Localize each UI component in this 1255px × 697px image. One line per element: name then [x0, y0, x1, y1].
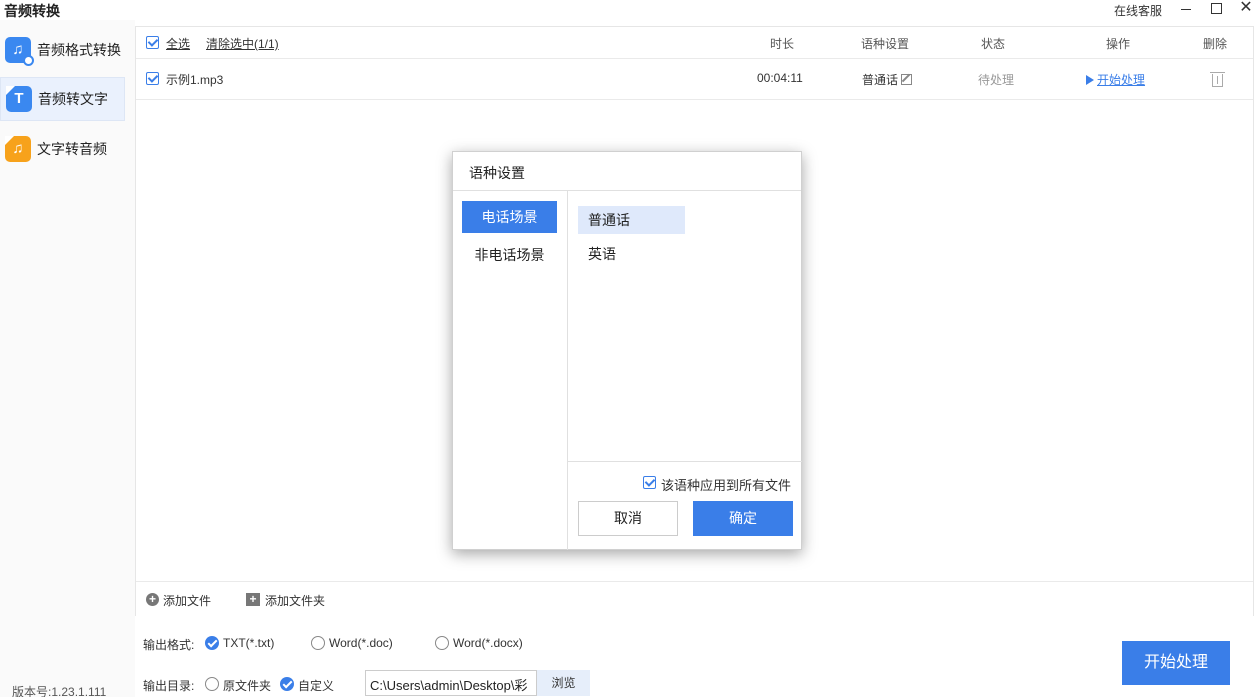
dialog-title: 语种设置	[469, 165, 525, 181]
file-actions-bar: + 添加文件 + 添加文件夹	[136, 581, 1253, 616]
row-checkbox[interactable]	[146, 72, 159, 85]
browse-button[interactable]: 浏览	[537, 670, 590, 696]
output-format-label: 输出格式:	[143, 638, 195, 652]
sidebar-item-text-to-audio[interactable]: ♫ 文字转音频	[0, 127, 125, 171]
column-status: 状态	[981, 37, 1006, 51]
file-duration: 00:04:11	[757, 71, 803, 85]
sidebar-item-label: 音频格式转换	[37, 42, 121, 58]
title-bar: 音频转换 在线客服 ✕	[0, 0, 1255, 20]
language-settings-dialog: 语种设置 电话场景 非电话场景 普通话 英语 该语种应用到所有文件 取消 确定	[452, 151, 802, 550]
format-doc-radio[interactable]	[311, 636, 325, 650]
add-file-icon[interactable]: +	[146, 593, 159, 606]
sidebar-item-label: 文字转音频	[37, 141, 107, 157]
scene-non-phone-tab[interactable]: 非电话场景	[462, 239, 557, 271]
divider	[567, 191, 568, 550]
sidebar-item-label: 音频转文字	[38, 91, 108, 107]
text-to-audio-icon: ♫	[5, 136, 31, 162]
start-process-button[interactable]: 开始处理	[1122, 641, 1230, 685]
start-process-link[interactable]: 开始处理	[1086, 71, 1145, 88]
confirm-button[interactable]: 确定	[693, 501, 793, 536]
dir-custom-label[interactable]: 自定义	[298, 677, 334, 694]
trash-icon[interactable]	[1210, 72, 1225, 87]
select-all-checkbox[interactable]	[146, 36, 159, 49]
sidebar-item-audio-format-convert[interactable]: ♫ 音频格式转换	[0, 28, 125, 72]
file-name: 示例1.mp3	[166, 73, 224, 87]
table-header: 全选 清除选中(1/1) 时长 语种设置 状态 操作 删除	[136, 27, 1253, 59]
select-all-link[interactable]: 全选	[166, 35, 190, 52]
sidebar-item-audio-to-text[interactable]: T 音频转文字	[0, 77, 125, 121]
format-docx-label[interactable]: Word(*.docx)	[453, 636, 523, 650]
format-txt-label[interactable]: TXT(*.txt)	[223, 636, 274, 650]
column-language: 语种设置	[861, 37, 910, 51]
column-duration: 时长	[770, 37, 795, 51]
file-status: 待处理	[978, 73, 1015, 87]
apply-all-checkbox[interactable]	[643, 476, 656, 489]
language-setting[interactable]: 普通话	[862, 71, 913, 88]
language-option-mandarin[interactable]: 普通话	[578, 206, 685, 234]
language-option-english[interactable]: 英语	[578, 240, 685, 268]
output-dir-label: 输出目录:	[143, 679, 195, 693]
music-convert-icon: ♫	[5, 37, 34, 66]
format-txt-radio[interactable]	[205, 636, 219, 650]
table-row: 示例1.mp3 00:04:11 普通话 待处理 开始处理	[136, 60, 1253, 100]
column-delete: 删除	[1203, 37, 1228, 51]
audio-to-text-icon: T	[6, 86, 32, 112]
clear-selected-link[interactable]: 清除选中(1/1)	[206, 35, 279, 52]
add-folder-button[interactable]: 添加文件夹	[265, 592, 325, 609]
maximize-icon[interactable]	[1206, 0, 1226, 18]
version-label: 版本号:1.23.1.111	[12, 685, 107, 697]
dir-original-label[interactable]: 原文件夹	[223, 677, 271, 694]
add-file-button[interactable]: 添加文件	[163, 592, 211, 609]
cancel-button[interactable]: 取消	[578, 501, 678, 536]
play-icon	[1086, 75, 1094, 85]
sidebar: ♫ 音频格式转换 T 音频转文字 ♫ 文字转音频	[0, 20, 135, 697]
minimize-icon[interactable]	[1176, 0, 1196, 18]
online-support-link[interactable]: 在线客服	[1114, 2, 1162, 19]
format-docx-radio[interactable]	[435, 636, 449, 650]
language-value: 普通话	[862, 73, 899, 87]
output-path-field[interactable]: C:\Users\admin\Desktop\彩	[365, 670, 537, 696]
close-icon[interactable]: ✕	[1236, 0, 1255, 18]
divider	[453, 190, 801, 191]
dir-original-radio[interactable]	[205, 677, 219, 691]
add-folder-icon[interactable]: +	[246, 593, 260, 606]
format-doc-label[interactable]: Word(*.doc)	[329, 636, 393, 650]
divider	[568, 461, 802, 462]
column-action: 操作	[1106, 37, 1131, 51]
scene-phone-tab[interactable]: 电话场景	[462, 201, 557, 233]
app-title: 音频转换	[4, 3, 60, 19]
start-process-label: 开始处理	[1097, 73, 1146, 87]
apply-all-label[interactable]: 该语种应用到所有文件	[661, 475, 791, 494]
edit-icon[interactable]	[901, 74, 913, 85]
dir-custom-radio[interactable]	[280, 677, 294, 691]
